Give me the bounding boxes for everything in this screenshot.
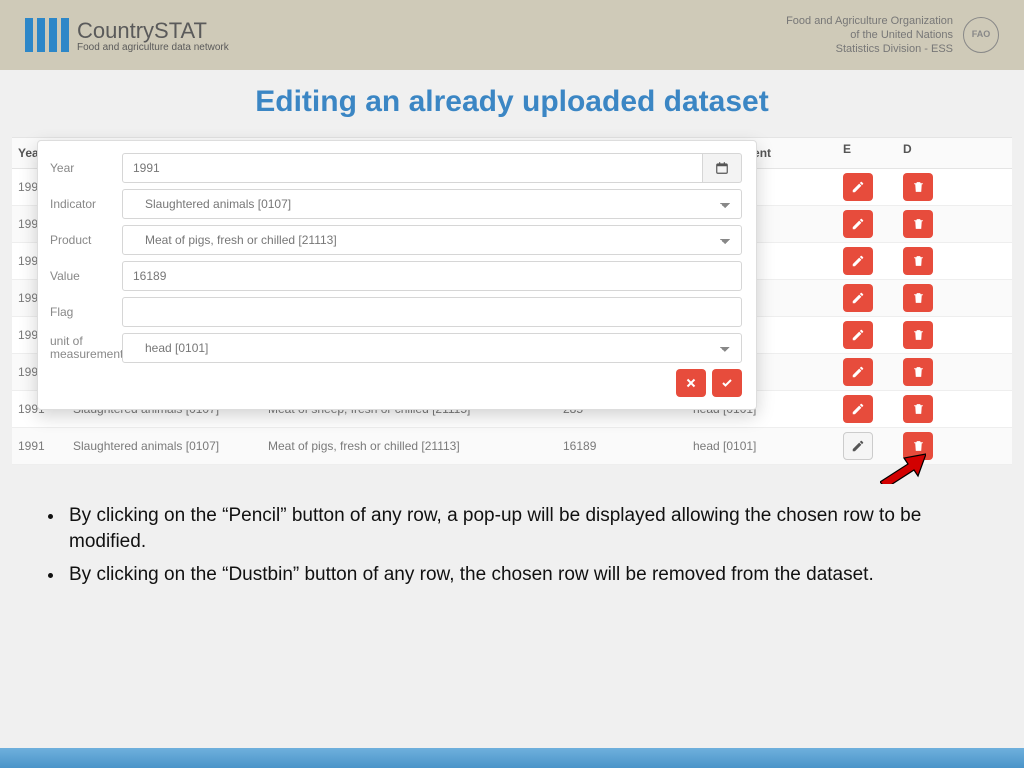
- unit-select[interactable]: head [0101]: [122, 333, 742, 363]
- trash-icon: [912, 217, 925, 231]
- label-year: Year: [50, 161, 122, 175]
- label-flag: Flag: [50, 305, 122, 319]
- edit-popup: Year Indicator Slaughtered animals [0107…: [37, 140, 757, 410]
- delete-button[interactable]: [903, 395, 933, 423]
- footer-bar: [0, 748, 1024, 768]
- edit-button[interactable]: [843, 395, 873, 423]
- edit-button[interactable]: [843, 284, 873, 312]
- org-block: Food and Agriculture Organization of the…: [786, 14, 999, 57]
- pencil-icon: [851, 180, 865, 194]
- delete-button[interactable]: [903, 210, 933, 238]
- year-input[interactable]: [122, 153, 703, 183]
- flag-input[interactable]: [122, 297, 742, 327]
- label-unit: unit of measurement: [50, 335, 122, 361]
- check-icon: [720, 377, 734, 389]
- confirm-button[interactable]: [712, 369, 742, 397]
- brand: CountrySTAT Food and agriculture data ne…: [25, 18, 229, 53]
- edit-button[interactable]: [843, 210, 873, 238]
- edit-button[interactable]: [843, 432, 873, 460]
- arrow-annotation-icon: [880, 452, 926, 484]
- bullet-item: By clicking on the “Dustbin” button of a…: [65, 562, 974, 588]
- cell-year: 1991: [12, 431, 67, 461]
- table-row: 1991Slaughtered animals [0107]Meat of pi…: [12, 428, 1012, 465]
- delete-button[interactable]: [903, 173, 933, 201]
- delete-button[interactable]: [903, 247, 933, 275]
- label-indicator: Indicator: [50, 197, 122, 211]
- brand-bars-icon: [25, 18, 69, 52]
- col-delete: D: [897, 138, 957, 168]
- trash-icon: [912, 402, 925, 416]
- pencil-icon: [851, 217, 865, 231]
- pencil-icon: [851, 328, 865, 342]
- delete-button[interactable]: [903, 284, 933, 312]
- calendar-button[interactable]: [703, 153, 742, 183]
- org-line1: Food and Agriculture Organization: [786, 14, 953, 28]
- description-list: By clicking on the “Pencil” button of an…: [65, 503, 974, 588]
- edit-button[interactable]: [843, 358, 873, 386]
- cancel-button[interactable]: [676, 369, 706, 397]
- org-line3: Statistics Division - ESS: [786, 42, 953, 56]
- product-select[interactable]: Meat of pigs, fresh or chilled [21113]: [122, 225, 742, 255]
- label-value: Value: [50, 269, 122, 283]
- delete-button[interactable]: [903, 358, 933, 386]
- pencil-icon: [851, 402, 865, 416]
- cell-value: 16189: [557, 431, 687, 461]
- trash-icon: [912, 254, 925, 268]
- pencil-icon: [851, 254, 865, 268]
- label-product: Product: [50, 233, 122, 247]
- trash-icon: [912, 291, 925, 305]
- calendar-icon: [715, 161, 729, 175]
- edit-button[interactable]: [843, 321, 873, 349]
- brand-subtitle: Food and agriculture data network: [77, 42, 229, 53]
- pencil-icon: [851, 439, 865, 453]
- fao-logo-icon: FAO: [963, 17, 999, 53]
- brand-title: CountrySTAT: [77, 18, 229, 44]
- cell-unit: head [0101]: [687, 431, 837, 461]
- indicator-select[interactable]: Slaughtered animals [0107]: [122, 189, 742, 219]
- value-input[interactable]: [122, 261, 742, 291]
- col-edit: E: [837, 138, 897, 168]
- cell-product: Meat of pigs, fresh or chilled [21113]: [262, 431, 557, 461]
- pencil-icon: [851, 291, 865, 305]
- close-icon: [685, 377, 697, 389]
- org-line2: of the United Nations: [786, 28, 953, 42]
- cell-indicator: Slaughtered animals [0107]: [67, 431, 262, 461]
- trash-icon: [912, 180, 925, 194]
- bullet-item: By clicking on the “Pencil” button of an…: [65, 503, 974, 554]
- delete-button[interactable]: [903, 321, 933, 349]
- top-header: CountrySTAT Food and agriculture data ne…: [0, 0, 1024, 70]
- trash-icon: [912, 365, 925, 379]
- trash-icon: [912, 439, 925, 453]
- trash-icon: [912, 328, 925, 342]
- edit-button[interactable]: [843, 173, 873, 201]
- edit-button[interactable]: [843, 247, 873, 275]
- data-table: Year measurement E D 19910101]19910101]1…: [12, 137, 1012, 465]
- pencil-icon: [851, 365, 865, 379]
- page-title: Editing an already uploaded dataset: [0, 85, 1024, 119]
